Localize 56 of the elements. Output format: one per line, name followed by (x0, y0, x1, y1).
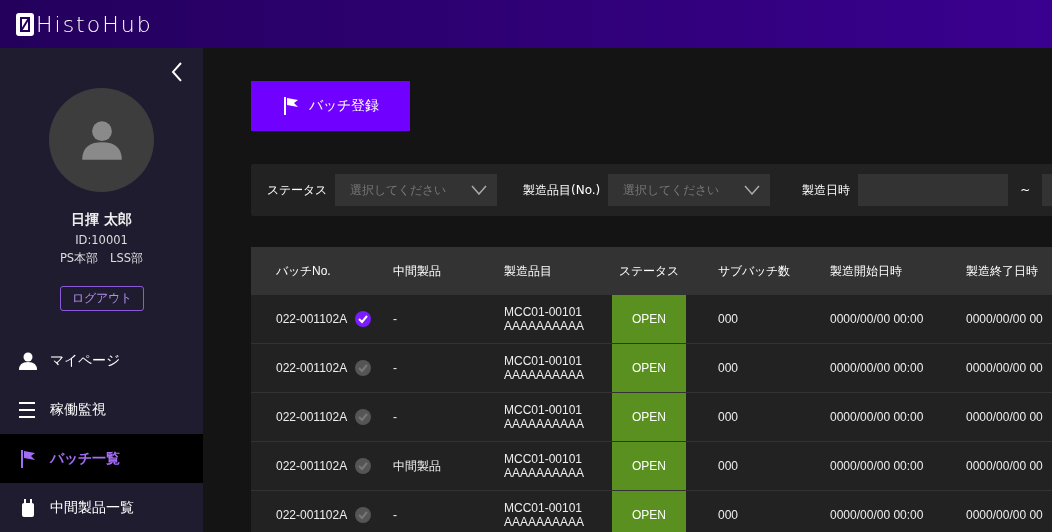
table-cell-text: 0000/00/00 00:00 (829, 360, 925, 377)
column-header: サブバッチ数 (717, 262, 791, 280)
table-cell-text: - (393, 409, 398, 426)
status-badge: OPEN (612, 393, 686, 441)
table-cell-text: 中間製品 (393, 457, 442, 475)
table-cell-text: 0000/00/00 00 (965, 409, 1044, 426)
filter-label: 製造品目(No.) (523, 181, 601, 199)
batch-register-button[interactable]: バッチ登録 (251, 81, 410, 131)
app-logo: HistoHub (36, 11, 153, 37)
status-badge: OPEN (612, 491, 686, 532)
column-header: 製造品目 (504, 262, 553, 280)
nav-item[interactable]: 稼働監視 (0, 385, 203, 434)
table-cell-text: 000 (717, 360, 740, 377)
table-cell-text: - (393, 360, 398, 377)
nav-item[interactable]: 中間製品一覧 (0, 483, 203, 532)
table-cell: 022-001102A (276, 508, 348, 522)
table-cell-text: 0000/00/00 00 (965, 458, 1044, 475)
status-badge: OPEN (612, 442, 686, 490)
nav-item[interactable]: マイページ (0, 336, 203, 385)
table-cell: 022-001102A (276, 459, 348, 473)
nav-item[interactable]: バッチ一覧 (0, 434, 203, 483)
column-header: 中間製品 (393, 262, 442, 280)
table-cell: 022-001102A (276, 312, 348, 326)
table-cell-text: 0000/00/00 00 (965, 507, 1044, 524)
table-cell-text: 000 (717, 507, 740, 524)
table-cell-text: MCC01-00101 AAAAAAAAAA (504, 353, 586, 384)
table-cell-text: 0000/00/00 00:00 (829, 507, 925, 524)
table-cell-text: MCC01-00101 AAAAAAAAAA (504, 500, 586, 531)
table-cell-text: 0000/00/00 00 (965, 360, 1044, 377)
user-department: PS本部 LSS部 (59, 251, 144, 267)
table-cell-text: 0000/00/00 00 (965, 311, 1044, 328)
user-id: ID:10001 (75, 233, 128, 248)
filter-label: ステータス (267, 181, 327, 199)
table-cell-text: 0000/00/00 00:00 (829, 458, 925, 475)
table-cell: 022-001102A (276, 410, 348, 424)
table-cell-text: 000 (717, 311, 740, 328)
table-cell-text: MCC01-00101 AAAAAAAAAA (504, 304, 586, 335)
column-header: ステータス (618, 262, 680, 280)
table-cell-text: - (393, 507, 398, 524)
status-badge: OPEN (612, 344, 686, 392)
table-cell: 022-001102A (276, 361, 348, 375)
status-badge: OPEN (612, 295, 686, 343)
column-header: 製造終了日時 (965, 262, 1039, 280)
table-cell-text: 0000/00/00 00:00 (829, 409, 925, 426)
table-cell-text: - (393, 311, 398, 328)
range-separator: ~ (1020, 183, 1031, 197)
logout-button[interactable]: ログアウト (59, 286, 144, 311)
table-cell-text: MCC01-00101 AAAAAAAAAA (504, 451, 586, 482)
column-header: 製造開始日時 (829, 262, 903, 280)
table-cell-text: MCC01-00101 AAAAAAAAAA (504, 402, 586, 433)
table-cell-text: 000 (717, 409, 740, 426)
user-name: 日揮 太郎 (71, 211, 132, 230)
column-header: バッチNo. (275, 262, 332, 280)
filter-label: 製造日時 (802, 181, 851, 199)
table-cell-text: 0000/00/00 00:00 (829, 311, 925, 328)
table-cell-text: 000 (717, 458, 740, 475)
